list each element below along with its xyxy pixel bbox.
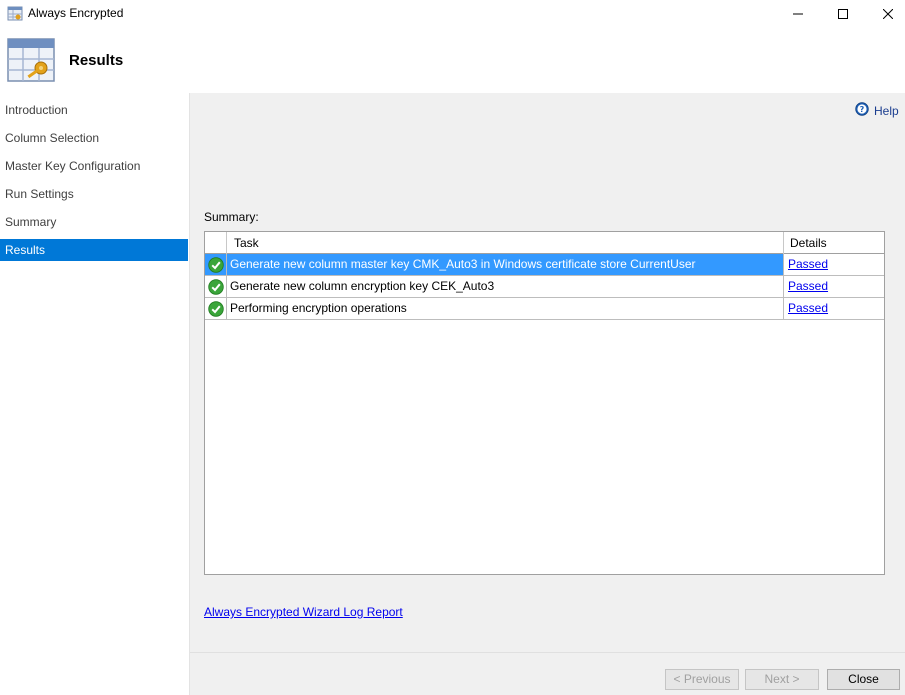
success-check-icon (205, 254, 227, 275)
wizard-header: Results (0, 28, 905, 93)
column-header-task[interactable]: Task (234, 236, 259, 250)
column-separator (783, 232, 784, 254)
close-window-button[interactable] (865, 0, 905, 28)
sidebar-item-run-settings[interactable]: Run Settings (0, 183, 188, 205)
minimize-button[interactable] (775, 0, 821, 28)
svg-text:?: ? (860, 105, 865, 114)
sidebar-item-summary[interactable]: Summary (0, 211, 188, 233)
sidebar-item-results[interactable]: Results (0, 239, 188, 261)
results-grid[interactable]: Task Details Generate new column master … (204, 231, 885, 575)
success-check-icon (205, 298, 227, 319)
passed-link[interactable]: Passed (788, 301, 828, 315)
task-text: Generate new column encryption key CEK_A… (230, 279, 495, 293)
help-icon: ? (855, 102, 869, 119)
task-text: Performing encryption operations (230, 301, 407, 315)
log-report-link[interactable]: Always Encrypted Wizard Log Report (204, 605, 403, 619)
passed-link[interactable]: Passed (788, 279, 828, 293)
wizard-sidebar: Introduction Column Selection Master Key… (0, 93, 190, 695)
passed-link[interactable]: Passed (788, 257, 828, 271)
table-row[interactable]: Performing encryption operations Passed (205, 298, 884, 320)
next-button[interactable]: Next > (745, 669, 819, 690)
close-button[interactable]: Close (827, 669, 900, 690)
sidebar-item-column-selection[interactable]: Column Selection (0, 127, 188, 149)
wizard-content: ? Help Summary: Task Details Generate ne… (190, 93, 905, 695)
help-label: Help (874, 103, 899, 118)
column-separator (226, 232, 227, 254)
task-text: Generate new column master key CMK_Auto3… (230, 257, 696, 271)
window-title: Always Encrypted (28, 6, 124, 20)
table-row[interactable]: Generate new column encryption key CEK_A… (205, 276, 884, 298)
table-row[interactable]: Generate new column master key CMK_Auto3… (205, 254, 884, 276)
sidebar-item-introduction[interactable]: Introduction (0, 99, 188, 121)
success-check-icon (205, 276, 227, 297)
table-key-icon (7, 6, 23, 22)
table-key-large-icon (7, 37, 55, 85)
sidebar-item-master-key-configuration[interactable]: Master Key Configuration (0, 155, 188, 177)
footer-divider (190, 652, 905, 653)
grid-header: Task Details (205, 232, 884, 254)
page-title: Results (69, 52, 124, 69)
previous-button[interactable]: < Previous (665, 669, 739, 690)
column-header-details[interactable]: Details (790, 236, 827, 250)
maximize-button[interactable] (820, 0, 866, 28)
summary-label: Summary: (204, 210, 259, 224)
help-link[interactable]: ? Help (855, 102, 899, 119)
title-bar: Always Encrypted (0, 0, 905, 28)
